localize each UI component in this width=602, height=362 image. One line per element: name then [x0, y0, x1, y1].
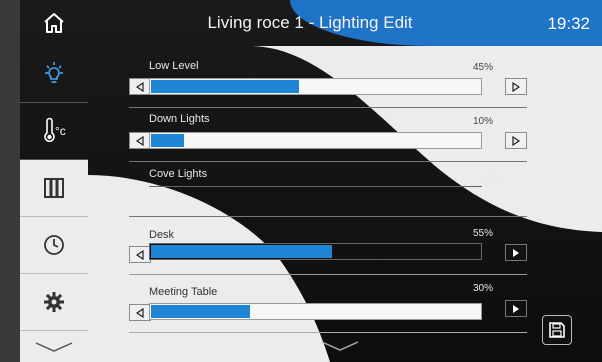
- header-bar: Living roce 1 - Lighting Edit 19:32: [20, 0, 602, 46]
- decrease-button[interactable]: [129, 246, 151, 263]
- channel-label: Desk: [149, 229, 175, 241]
- level-slider[interactable]: [149, 303, 482, 320]
- content-scroll-down[interactable]: [320, 340, 360, 358]
- page-title: Living roce 1 - Lighting Edit: [207, 13, 413, 32]
- right-arrow-icon: [513, 248, 519, 257]
- left-arrow-icon: [135, 307, 144, 318]
- sidebar-item-climate[interactable]: °c: [20, 103, 88, 160]
- chevron-down-icon: [321, 341, 359, 351]
- row-divider: [129, 332, 527, 333]
- channel-value: 30%: [472, 283, 493, 294]
- right-arrow-icon: [513, 304, 519, 313]
- increase-button[interactable]: [505, 244, 527, 261]
- sidebar-item-schedule[interactable]: [20, 217, 88, 274]
- lighting-edit-screen: Living roce 1 - Lighting Edit 19:32 °c L…: [20, 0, 602, 362]
- row-divider: [129, 274, 527, 275]
- row-divider: [149, 186, 482, 187]
- left-arrow-icon: [135, 81, 144, 92]
- right-arrow-icon: [512, 81, 521, 92]
- decrease-button[interactable]: [129, 78, 151, 95]
- save-button[interactable]: [542, 315, 572, 345]
- level-fill: [151, 305, 250, 318]
- sidebar: °c: [20, 46, 88, 362]
- gear-icon: [44, 292, 64, 312]
- clock-icon: [44, 235, 64, 255]
- channel-row[interactable]: Cove Lights ON: [108, 168, 518, 218]
- channel-list: Low Level 45% Down Lights 10% Cove Light…: [108, 46, 527, 362]
- channel-value: 45%: [472, 62, 493, 73]
- blinds-icon: [44, 178, 64, 198]
- channel-row: Desk 55%: [108, 228, 527, 279]
- channel-label: Cove Lights: [149, 168, 208, 180]
- channel-row: Meeting Table 30%: [108, 283, 527, 336]
- left-arrow-icon: [135, 249, 144, 260]
- channel-label: Low Level: [149, 60, 199, 72]
- sidebar-item-settings[interactable]: [20, 274, 88, 331]
- row-divider: [129, 216, 527, 217]
- channel-value: 10%: [472, 116, 493, 127]
- channel-label: Meeting Table: [149, 286, 218, 298]
- increase-button[interactable]: [505, 132, 527, 149]
- decrease-button[interactable]: [129, 304, 151, 321]
- left-arrow-icon: [135, 135, 144, 146]
- home-button[interactable]: [20, 0, 88, 46]
- channel-row: Down Lights 10%: [108, 113, 527, 163]
- channel-label: Down Lights: [149, 113, 210, 125]
- row-divider: [129, 107, 527, 108]
- thermometer-celsius-icon: °c: [44, 117, 66, 142]
- level-fill: [151, 134, 184, 147]
- sidebar-item-blinds[interactable]: [20, 160, 88, 217]
- light-bulb-icon: [45, 62, 63, 83]
- clock-time: 19:32: [547, 14, 590, 33]
- level-slider[interactable]: [149, 132, 482, 149]
- chevron-down-icon: [35, 341, 73, 352]
- level-slider[interactable]: [149, 243, 482, 260]
- sidebar-item-lighting[interactable]: [20, 46, 88, 103]
- channel-row: Low Level 45%: [108, 60, 527, 110]
- home-icon: [44, 13, 64, 33]
- save-icon: [549, 322, 565, 338]
- sidebar-scroll-down[interactable]: [20, 331, 88, 362]
- decrease-button[interactable]: [129, 132, 151, 149]
- level-slider[interactable]: [149, 78, 482, 95]
- increase-button[interactable]: [505, 78, 527, 95]
- celsius-label: °c: [55, 124, 66, 138]
- increase-button[interactable]: [505, 300, 527, 317]
- channel-value: 55%: [472, 228, 493, 239]
- level-fill: [151, 245, 332, 258]
- right-arrow-icon: [512, 135, 521, 146]
- level-fill: [151, 80, 299, 93]
- channel-state: ON: [485, 174, 500, 185]
- row-divider: [129, 161, 527, 162]
